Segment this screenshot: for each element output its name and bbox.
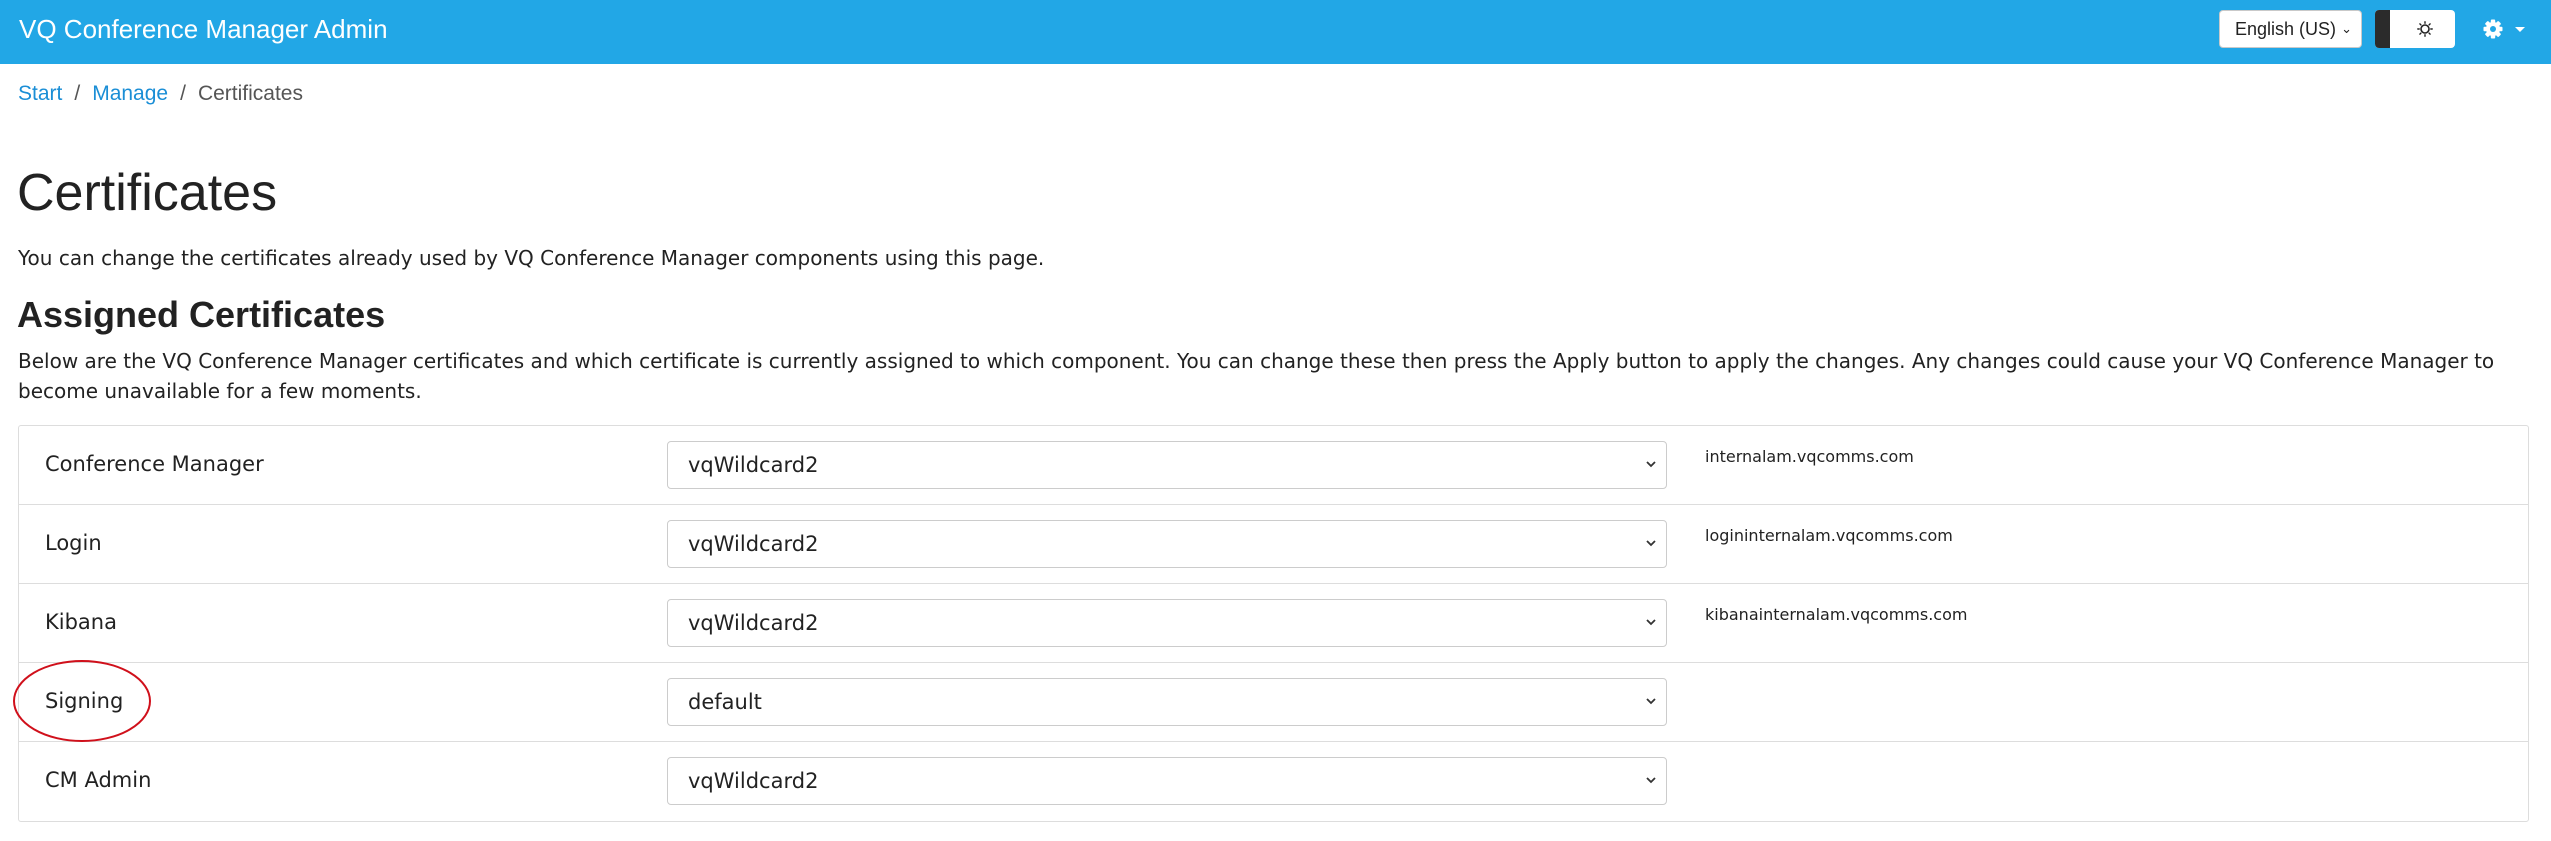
cert-row-label: CM Admin <box>45 768 152 792</box>
cert-row-label: Login <box>45 531 102 555</box>
cert-row-label: Conference Manager <box>45 452 264 476</box>
certificate-select-cm-admin[interactable]: vqWildcard2 <box>667 757 1667 805</box>
chevron-down-icon <box>1646 619 1656 626</box>
breadcrumb-separator: / <box>180 82 186 105</box>
certificate-select-value: vqWildcard2 <box>688 769 819 793</box>
chevron-down-icon <box>1646 540 1656 547</box>
breadcrumb-separator: / <box>74 82 81 105</box>
app-brand[interactable]: VQ Conference Manager Admin <box>19 13 388 45</box>
cert-row-kibana: Kibana vqWildcard2 kibanainternalam.vqco… <box>19 584 2528 663</box>
breadcrumb-manage-link[interactable]: Manage <box>92 82 168 105</box>
page-title: Certificates <box>17 164 278 222</box>
certificate-assignment-table: Conference Manager vqWildcard2 internala… <box>18 425 2529 822</box>
cert-row-conference-manager: Conference Manager vqWildcard2 internala… <box>19 426 2528 505</box>
certificate-select-login[interactable]: vqWildcard2 <box>667 520 1667 568</box>
breadcrumb-start-link[interactable]: Start <box>18 82 62 105</box>
cert-row-hostname: logininternalam.vqcomms.com <box>1705 526 1953 545</box>
certificate-select-kibana[interactable]: vqWildcard2 <box>667 599 1667 647</box>
gear-icon[interactable] <box>2482 17 2528 41</box>
theme-toggle[interactable] <box>2375 10 2455 48</box>
language-select[interactable]: English (US) ⌄ <box>2219 10 2362 48</box>
cert-row-signing: Signing default <box>19 663 2528 742</box>
chevron-down-icon <box>1646 777 1656 784</box>
breadcrumb: Start / Manage / Certificates <box>18 80 303 108</box>
breadcrumb-current: Certificates <box>197 82 303 105</box>
theme-toggle-knob <box>2375 10 2390 48</box>
certificate-select-conference-manager[interactable]: vqWildcard2 <box>667 441 1667 489</box>
chevron-down-icon <box>1646 461 1656 468</box>
certificate-select-signing[interactable]: default <box>667 678 1667 726</box>
cert-row-hostname: internalam.vqcomms.com <box>1705 447 1914 466</box>
annotation-circle <box>13 660 151 742</box>
certificate-select-value: default <box>688 690 762 714</box>
page-intro: You can change the certificates already … <box>18 246 1045 270</box>
language-select-value: English (US) <box>2235 19 2337 39</box>
certificate-select-value: vqWildcard2 <box>688 453 819 477</box>
cert-row-login: Login vqWildcard2 logininternalam.vqcomm… <box>19 505 2528 584</box>
certificate-select-value: vqWildcard2 <box>688 611 819 635</box>
assigned-certificates-description: Below are the VQ Conference Manager cert… <box>18 349 2495 403</box>
chevron-down-icon <box>1646 698 1656 705</box>
cert-row-label: Kibana <box>45 610 117 634</box>
chevron-down-icon: ⌄ <box>2341 21 2352 36</box>
cert-row-hostname: kibanainternalam.vqcomms.com <box>1705 605 1968 624</box>
cert-row-cm-admin: CM Admin vqWildcard2 <box>19 742 2528 821</box>
top-navbar: VQ Conference Manager Admin English (US)… <box>0 0 2551 64</box>
assigned-certificates-heading: Assigned Certificates <box>17 294 386 335</box>
certificate-select-value: vqWildcard2 <box>688 532 819 556</box>
sun-icon <box>2417 21 2433 37</box>
